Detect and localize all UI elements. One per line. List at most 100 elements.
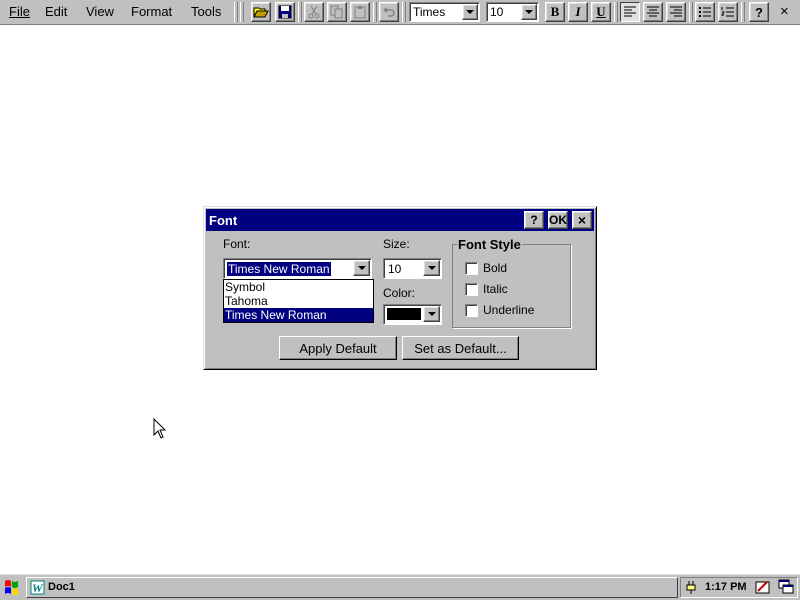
toolbar-separator: [614, 2, 618, 22]
question-mark-icon: ?: [530, 213, 538, 227]
close-icon: ×: [577, 212, 587, 228]
font-size-combo[interactable]: 10: [486, 2, 539, 22]
menu-view-label: View: [86, 4, 114, 19]
font-style-title: Font Style: [457, 237, 522, 252]
close-icon: ×: [780, 3, 789, 20]
toolbar-separator: [689, 2, 693, 22]
dialog-title: Font: [209, 213, 238, 228]
bold-checkbox[interactable]: [465, 262, 478, 275]
close-document-button[interactable]: ×: [780, 3, 789, 20]
set-as-default-label: Set as Default...: [414, 340, 507, 356]
size-combo[interactable]: 10: [383, 258, 442, 279]
numbered-list-icon: [721, 7, 734, 17]
menu-tools[interactable]: Tools: [191, 4, 221, 20]
bold-label[interactable]: Bold: [483, 261, 507, 275]
align-right-button[interactable]: [666, 2, 686, 22]
menu-edit[interactable]: Edit: [45, 4, 67, 20]
open-folder-icon: [253, 7, 269, 18]
color-combo[interactable]: [383, 304, 442, 325]
underline-label[interactable]: Underline: [483, 303, 534, 317]
menu-format[interactable]: Format: [131, 4, 172, 20]
font-name-value: Times: [413, 5, 446, 19]
color-swatch: [387, 308, 421, 320]
align-center-button[interactable]: [643, 2, 663, 22]
desktop-windows-icon[interactable]: [778, 579, 794, 595]
set-as-default-button[interactable]: Set as Default...: [402, 336, 519, 360]
toolbar-separator: [741, 2, 745, 22]
undo-button[interactable]: [379, 2, 399, 22]
font-option-times-new-roman[interactable]: Times New Roman: [224, 308, 373, 322]
pocket-word-icon: W: [30, 580, 45, 595]
floppy-disk-icon: [278, 5, 292, 19]
cut-button[interactable]: [304, 2, 324, 22]
size-label: Size:: [383, 237, 410, 251]
open-button[interactable]: [251, 2, 271, 22]
bullets-button[interactable]: [695, 2, 715, 22]
chevron-down-icon[interactable]: [353, 260, 370, 276]
underline-checkbox[interactable]: [465, 304, 478, 317]
dialog-titlebar[interactable]: Font ? OK ×: [206, 209, 594, 231]
font-dialog: Font ? OK × Font: Times New Roman Symbol…: [203, 206, 597, 370]
save-button[interactable]: [275, 2, 295, 22]
chevron-down-icon[interactable]: [423, 260, 440, 276]
font-dropdown-list[interactable]: Symbol Tahoma Times New Roman: [223, 279, 374, 323]
copy-button[interactable]: [327, 2, 347, 22]
copy-icon: [330, 5, 343, 19]
bullet-list-icon: [699, 7, 711, 17]
font-name-combo[interactable]: Times: [409, 2, 480, 22]
clock[interactable]: 1:17 PM: [705, 581, 747, 593]
taskbar-doc1-button[interactable]: W Doc1: [26, 577, 678, 598]
menu-format-label: Format: [131, 4, 173, 19]
chevron-down-icon[interactable]: [423, 306, 440, 322]
windows-logo-icon: [5, 580, 18, 595]
font-size-value: 10: [490, 5, 504, 19]
system-tray: 1:17 PM: [680, 577, 798, 598]
input-panel-icon[interactable]: [755, 579, 771, 595]
menu-file-label: File: [9, 4, 30, 19]
power-plug-icon[interactable]: [685, 579, 699, 595]
dialog-ok-button[interactable]: OK: [548, 211, 568, 229]
font-label: Font:: [223, 237, 251, 251]
help-label: ?: [755, 4, 763, 20]
toolbar-separator: [298, 2, 302, 22]
toolbar-grip[interactable]: [240, 2, 244, 22]
italic-label: I: [575, 4, 581, 19]
scissors-icon: [308, 5, 320, 19]
menu-file[interactable]: File: [9, 4, 30, 20]
underline-label: U: [596, 4, 606, 19]
dialog-close-button[interactable]: ×: [572, 211, 592, 229]
dialog-help-button[interactable]: ?: [524, 211, 544, 229]
italic-checkbox[interactable]: [465, 283, 478, 296]
paste-button[interactable]: [350, 2, 370, 22]
underline-button[interactable]: U: [591, 2, 611, 22]
align-left-button[interactable]: [620, 2, 640, 22]
bold-button[interactable]: B: [545, 2, 565, 22]
menu-view[interactable]: View: [86, 4, 114, 20]
taskbar: W Doc1 1:17 PM: [0, 574, 800, 600]
apply-default-button[interactable]: Apply Default: [279, 336, 397, 360]
apply-default-label: Apply Default: [299, 340, 377, 356]
chevron-down-icon[interactable]: [521, 4, 537, 20]
color-label: Color:: [383, 286, 416, 300]
toolbar-separator: [402, 2, 406, 22]
font-option-symbol[interactable]: Symbol: [224, 280, 373, 294]
start-button[interactable]: [2, 578, 22, 597]
ok-label: OK: [549, 213, 567, 227]
help-button[interactable]: ?: [749, 2, 769, 22]
taskbar-doc1-label: Doc1: [48, 581, 75, 593]
chevron-down-icon[interactable]: [462, 4, 478, 20]
bold-label: B: [550, 4, 560, 19]
menu-edit-label: Edit: [45, 4, 68, 19]
align-center-icon: [647, 6, 659, 17]
font-combo[interactable]: Times New Roman: [223, 258, 372, 279]
italic-label[interactable]: Italic: [483, 282, 508, 296]
font-combo-value: Times New Roman: [226, 261, 332, 277]
numbering-button[interactable]: [718, 2, 738, 22]
svg-text:W: W: [32, 581, 44, 595]
font-option-tahoma[interactable]: Tahoma: [224, 294, 373, 308]
command-bar: File Edit View Format Tools Times 10 B I…: [0, 0, 800, 25]
menu-tools-label: Tools: [191, 4, 222, 19]
italic-button[interactable]: I: [568, 2, 588, 22]
align-right-icon: [670, 6, 682, 17]
toolbar-grip[interactable]: [234, 2, 238, 22]
